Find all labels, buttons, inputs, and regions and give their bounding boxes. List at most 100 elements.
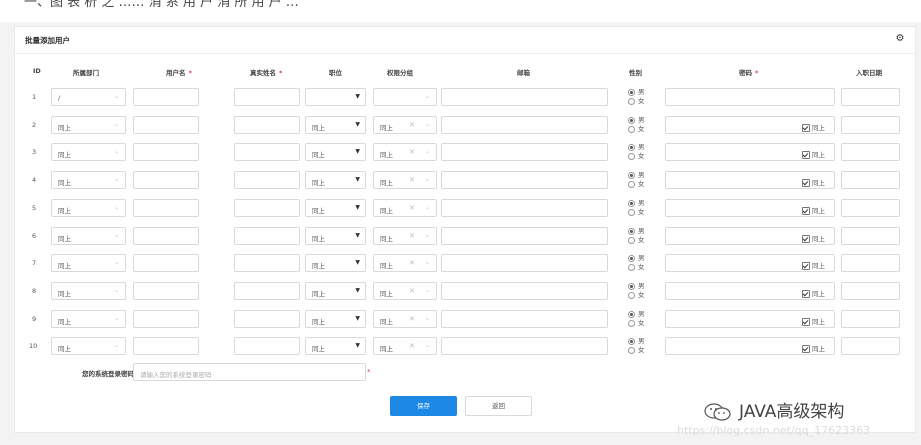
username-input[interactable] [133, 310, 199, 328]
email-input[interactable] [441, 143, 608, 161]
dept-select[interactable]: 同上 ⌄ [51, 143, 126, 161]
group-select[interactable]: 同上 ✕ ⌄ [373, 199, 437, 217]
gender-female-option[interactable]: 女 [628, 208, 645, 217]
same-as-above-toggle[interactable]: 同上 [802, 205, 825, 215]
email-input[interactable] [441, 310, 608, 328]
realname-input[interactable] [234, 310, 300, 328]
gender-female-option[interactable]: 女 [628, 97, 645, 106]
gender-female-option[interactable]: 女 [628, 346, 645, 355]
radio-empty-icon[interactable] [628, 152, 635, 160]
clear-icon[interactable]: ✕ [409, 259, 415, 267]
radio-empty-icon[interactable] [628, 97, 635, 105]
realname-input[interactable] [234, 227, 300, 245]
gear-icon[interactable]: ⚙ [895, 34, 905, 44]
joindate-input[interactable] [841, 199, 900, 217]
checkbox-checked-icon[interactable] [802, 290, 810, 298]
email-input[interactable] [441, 254, 608, 272]
position-select[interactable]: 同上 ▼ [305, 116, 366, 134]
email-input[interactable] [441, 337, 608, 355]
password-input[interactable]: 同上 [665, 143, 835, 161]
username-input[interactable] [133, 254, 199, 272]
radio-empty-icon[interactable] [628, 180, 635, 188]
password-confirm-input[interactable]: 请输入您的系统登录密码 [133, 363, 366, 381]
radio-checked-icon[interactable] [628, 310, 635, 318]
group-select[interactable]: 同上 ✕ ⌄ [373, 171, 437, 189]
group-select[interactable]: 同上 ✕ ⌄ [373, 254, 437, 272]
password-input[interactable]: 同上 [665, 337, 835, 355]
dept-select[interactable]: 同上 ⌄ [51, 199, 126, 217]
password-input[interactable]: 同上 [665, 254, 835, 272]
clear-icon[interactable]: ✕ [409, 176, 415, 184]
group-select[interactable]: 同上 ✕ ⌄ [373, 227, 437, 245]
realname-input[interactable] [234, 88, 300, 106]
radio-checked-icon[interactable] [628, 116, 635, 124]
same-as-above-toggle[interactable]: 同上 [802, 316, 825, 326]
dept-select[interactable]: 同上 ⌄ [51, 310, 126, 328]
realname-input[interactable] [234, 254, 300, 272]
password-input[interactable]: 同上 [665, 116, 835, 134]
position-select[interactable]: 同上 ▼ [305, 171, 366, 189]
email-input[interactable] [441, 282, 608, 300]
clear-icon[interactable]: ✕ [409, 121, 415, 129]
radio-empty-icon[interactable] [628, 208, 635, 216]
radio-empty-icon[interactable] [628, 291, 635, 299]
radio-empty-icon[interactable] [628, 125, 635, 133]
joindate-input[interactable] [841, 143, 900, 161]
group-select[interactable]: 同上 ✕ ⌄ [373, 310, 437, 328]
position-select[interactable]: 同上 ▼ [305, 254, 366, 272]
joindate-input[interactable] [841, 171, 900, 189]
username-input[interactable] [133, 337, 199, 355]
username-input[interactable] [133, 143, 199, 161]
gender-male-option[interactable]: 男 [628, 116, 645, 125]
position-select[interactable]: 同上 ▼ [305, 282, 366, 300]
radio-empty-icon[interactable] [628, 346, 635, 354]
realname-input[interactable] [234, 143, 300, 161]
group-select[interactable]: 同上 ✕ ⌄ [373, 143, 437, 161]
gender-male-option[interactable]: 男 [628, 143, 645, 152]
checkbox-checked-icon[interactable] [802, 318, 810, 326]
radio-checked-icon[interactable] [628, 282, 635, 290]
email-input[interactable] [441, 171, 608, 189]
checkbox-checked-icon[interactable] [802, 179, 810, 187]
realname-input[interactable] [234, 171, 300, 189]
username-input[interactable] [133, 199, 199, 217]
position-select[interactable]: 同上 ▼ [305, 143, 366, 161]
radio-checked-icon[interactable] [628, 199, 635, 207]
dept-select[interactable]: 同上 ⌄ [51, 337, 126, 355]
email-input[interactable] [441, 116, 608, 134]
clear-icon[interactable]: ✕ [409, 148, 415, 156]
username-input[interactable] [133, 116, 199, 134]
back-button[interactable]: 返回 [465, 396, 532, 416]
radio-checked-icon[interactable] [628, 171, 635, 179]
username-input[interactable] [133, 171, 199, 189]
gender-male-option[interactable]: 男 [628, 171, 645, 180]
position-select[interactable]: ▼ [305, 88, 366, 106]
checkbox-checked-icon[interactable] [802, 345, 810, 353]
same-as-above-toggle[interactable]: 同上 [802, 260, 825, 270]
username-input[interactable] [133, 282, 199, 300]
dept-select[interactable]: / ⌄ [51, 88, 126, 106]
email-input[interactable] [441, 88, 608, 106]
clear-icon[interactable]: ✕ [409, 204, 415, 212]
radio-checked-icon[interactable] [628, 227, 635, 235]
position-select[interactable]: 同上 ▼ [305, 337, 366, 355]
radio-empty-icon[interactable] [628, 236, 635, 244]
clear-icon[interactable]: ✕ [409, 232, 415, 240]
joindate-input[interactable] [841, 227, 900, 245]
radio-checked-icon[interactable] [628, 143, 635, 151]
password-input[interactable] [665, 88, 835, 106]
joindate-input[interactable] [841, 310, 900, 328]
same-as-above-toggle[interactable]: 同上 [802, 177, 825, 187]
username-input[interactable] [133, 227, 199, 245]
radio-empty-icon[interactable] [628, 263, 635, 271]
dept-select[interactable]: 同上 ⌄ [51, 254, 126, 272]
save-button[interactable]: 保存 [390, 396, 457, 416]
gender-female-option[interactable]: 女 [628, 180, 645, 189]
gender-male-option[interactable]: 男 [628, 337, 645, 346]
email-input[interactable] [441, 199, 608, 217]
checkbox-checked-icon[interactable] [802, 124, 810, 132]
group-select[interactable]: ⌄ [373, 88, 437, 106]
password-input[interactable]: 同上 [665, 199, 835, 217]
same-as-above-toggle[interactable]: 同上 [802, 288, 825, 298]
same-as-above-toggle[interactable]: 同上 [802, 149, 825, 159]
